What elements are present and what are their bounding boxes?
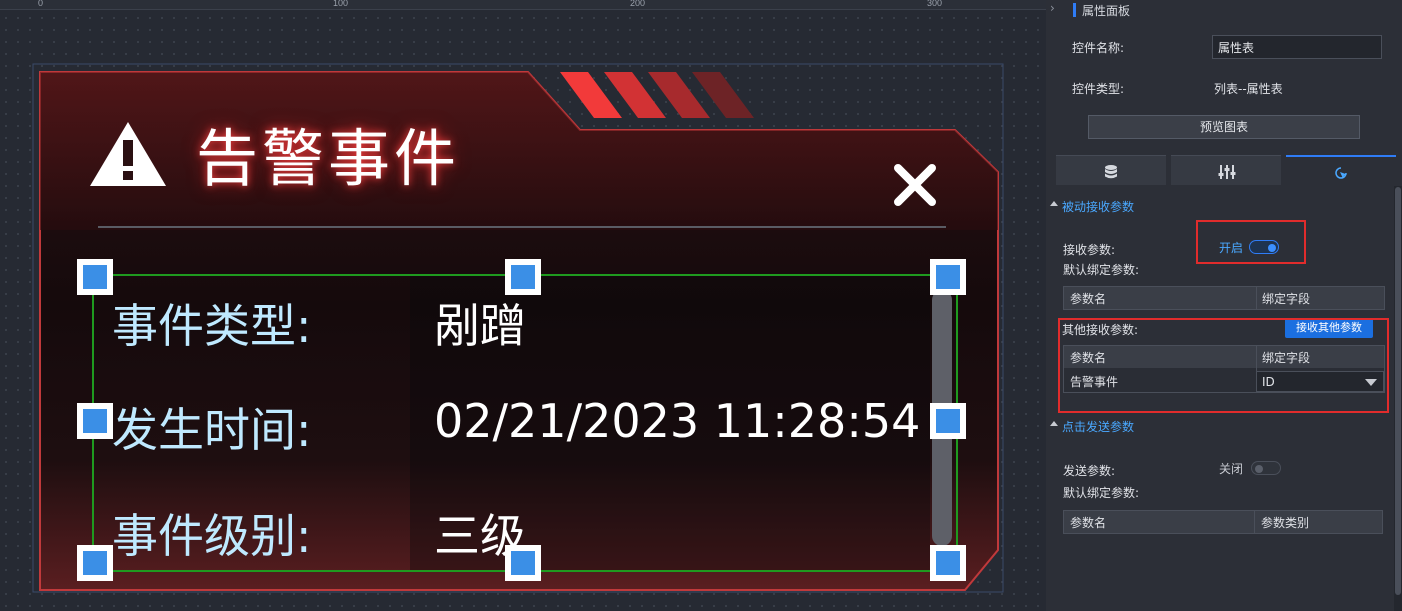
row-label: 事件级别: (112, 509, 312, 563)
table-header (1064, 287, 1384, 309)
resize-handle-bottom-right[interactable] (930, 545, 966, 581)
row-value: 02/21/2023 11:28:54 (434, 394, 921, 448)
control-type-value: 列表--属性表 (1214, 82, 1283, 96)
header-param-type: 参数类别 (1261, 516, 1310, 530)
send-state-text: 关闭 (1219, 462, 1244, 476)
panel-title: 属性面板 (1082, 4, 1131, 18)
table-row: 事件类型: 剐蹭 (94, 288, 932, 368)
section-title: 点击发送参数 (1062, 420, 1135, 434)
caret-up-icon (1050, 201, 1058, 206)
resize-handle-top-right[interactable] (930, 259, 966, 295)
send-param-label: 发送参数: (1063, 464, 1116, 478)
header-accent-bar (1073, 3, 1076, 17)
default-bind-label: 默认绑定参数: (1063, 486, 1140, 500)
receive-param-label: 接收参数: (1063, 243, 1116, 257)
row-label: 事件类型: (112, 299, 312, 353)
tab-style[interactable] (1171, 155, 1281, 185)
caret-up-icon (1050, 421, 1058, 426)
section-click-send[interactable]: 点击发送参数 (1046, 416, 1394, 438)
row-label: 发生时间: (112, 403, 312, 457)
design-canvas[interactable]: 0 100 200 300 告警事件 事件类型: 剐蹭 发生时间: 02/21/… (0, 0, 1046, 611)
resize-handle-bottom[interactable] (505, 545, 541, 581)
property-table-widget[interactable]: 事件类型: 剐蹭 发生时间: 02/21/2023 11:28:54 事件级别:… (92, 274, 958, 572)
control-name-input[interactable] (1212, 35, 1382, 59)
highlight-box (1058, 318, 1389, 413)
resize-handle-top-left[interactable] (77, 259, 113, 295)
popup-title: 告警事件 (196, 122, 461, 195)
database-icon (1105, 165, 1117, 179)
send-params-table: 参数名 参数类别 (1063, 510, 1383, 534)
resize-handle-top[interactable] (505, 259, 541, 295)
default-bind-table: 参数名 绑定字段 (1063, 286, 1385, 310)
resize-handle-right[interactable] (930, 403, 966, 439)
panel-header: › 属性面板 (1046, 0, 1402, 20)
resize-handle-left[interactable] (77, 403, 113, 439)
section-title: 被动接收参数 (1062, 200, 1135, 214)
header-bind-field: 绑定字段 (1262, 292, 1311, 306)
pointer-click-icon (1335, 167, 1347, 179)
column-separator (1256, 287, 1257, 309)
highlight-box (1196, 220, 1306, 264)
panel-scrollbar[interactable] (1395, 187, 1401, 595)
row-value: 剐蹭 (434, 299, 526, 353)
section-passive-receive[interactable]: 被动接收参数 (1046, 196, 1394, 218)
chevron-right-icon[interactable]: › (1050, 1, 1055, 15)
alert-popup-widget[interactable]: 告警事件 事件类型: 剐蹭 发生时间: 02/21/2023 11:28:54 … (0, 0, 1046, 611)
default-bind-label: 默认绑定参数: (1063, 263, 1140, 277)
table-header (1064, 511, 1382, 533)
resize-handle-bottom-left[interactable] (77, 545, 113, 581)
column-separator (1254, 511, 1255, 533)
send-param-toggle[interactable] (1251, 461, 1281, 475)
header-param-name: 参数名 (1070, 292, 1107, 306)
sliders-icon (1218, 165, 1236, 179)
table-row: 发生时间: 02/21/2023 11:28:54 (94, 392, 932, 472)
toggle-knob (1255, 465, 1263, 473)
warning-icon (90, 122, 166, 186)
control-type-label: 控件类型: (1072, 82, 1125, 96)
header-param-name: 参数名 (1070, 516, 1107, 530)
tab-data[interactable] (1056, 155, 1166, 185)
control-name-label: 控件名称: (1072, 41, 1125, 55)
tab-interaction[interactable] (1286, 155, 1396, 185)
preview-chart-button[interactable]: 预览图表 (1088, 115, 1360, 139)
property-panel: › 属性面板 控件名称: 控件类型: 列表--属性表 预览图表 (1046, 0, 1402, 611)
close-icon[interactable] (892, 162, 938, 208)
title-divider (98, 226, 946, 228)
